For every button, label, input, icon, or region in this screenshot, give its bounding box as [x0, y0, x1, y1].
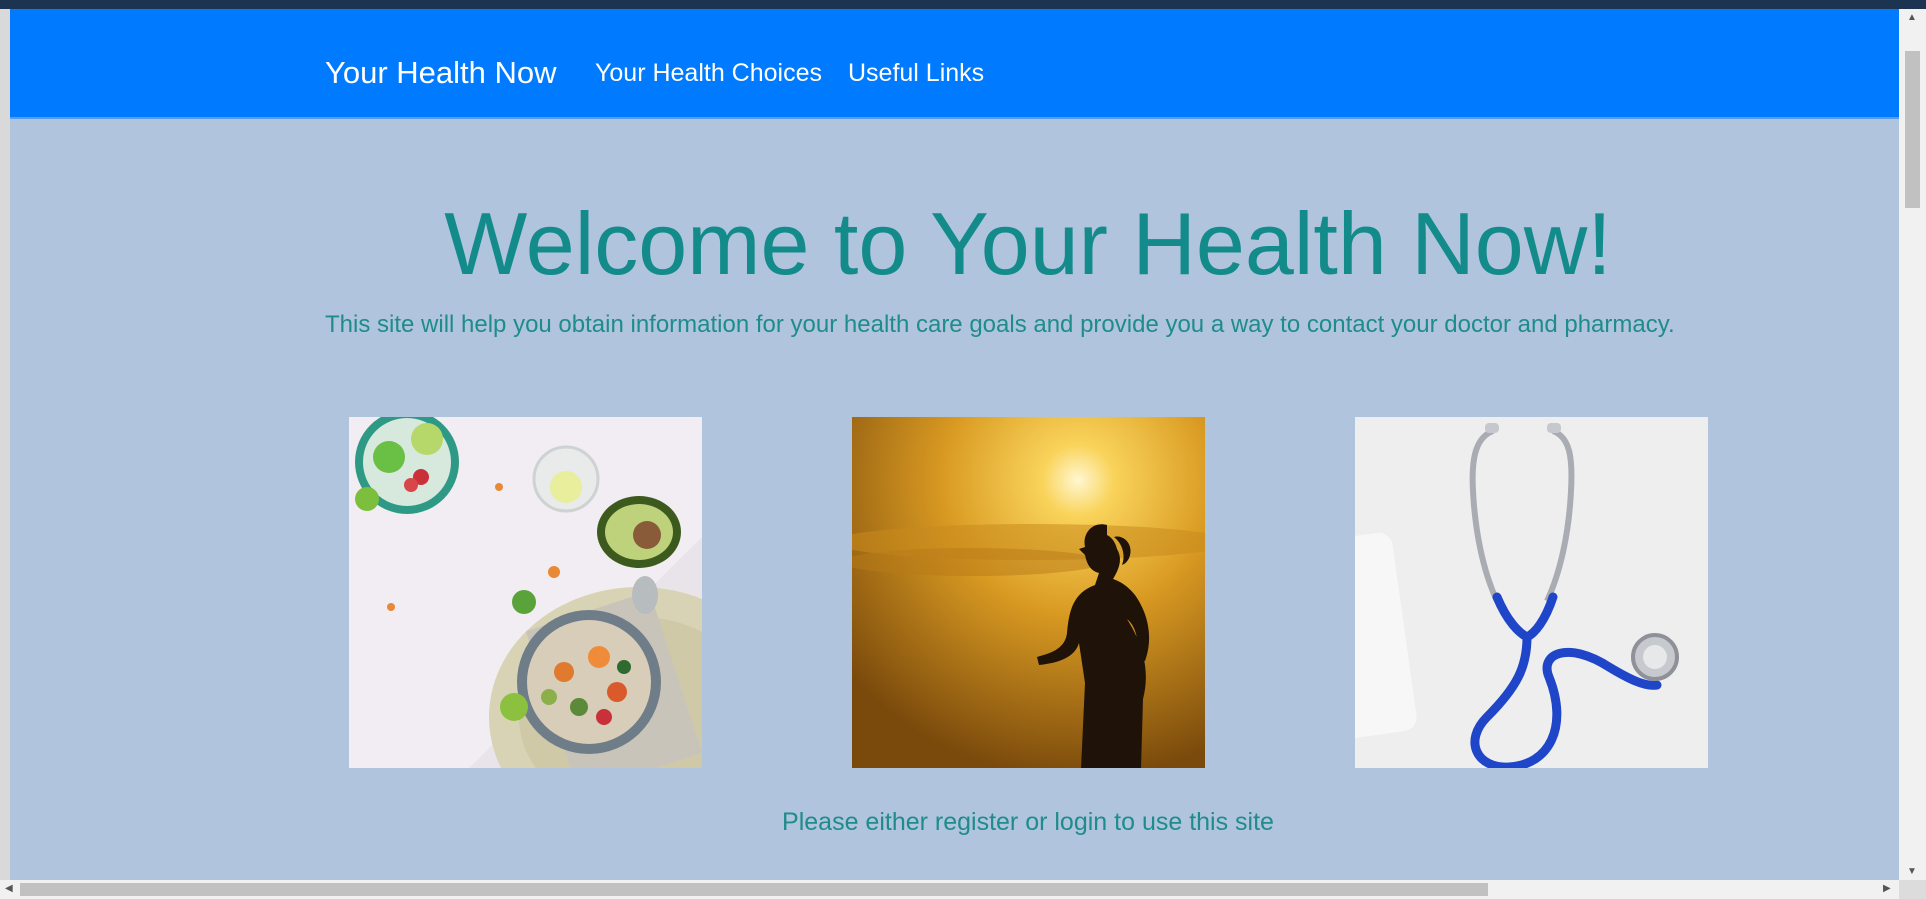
window-top-strip [0, 0, 1926, 9]
page-subtitle: This site will help you obtain informati… [325, 311, 1675, 338]
scroll-up-icon[interactable]: ▲ [1907, 13, 1917, 23]
vertical-scroll-thumb[interactable] [1905, 51, 1920, 208]
horizontal-scroll-thumb[interactable] [20, 883, 1488, 896]
brand-link[interactable]: Your Health Now [325, 55, 557, 91]
runner-image [852, 417, 1205, 768]
salad-illustration [349, 417, 702, 768]
scrollbar-corner [1899, 880, 1926, 899]
vertical-scrollbar[interactable]: ▲ ▼ [1899, 9, 1926, 880]
scroll-right-icon[interactable]: ▶ [1883, 884, 1891, 894]
stethoscope-illustration [1355, 417, 1708, 768]
scroll-left-icon[interactable]: ◀ [5, 884, 13, 894]
navbar: Your Health Now Your Health Choices Usef… [10, 9, 1899, 119]
runner-illustration [852, 417, 1205, 768]
nav-link-health-choices[interactable]: Your Health Choices [595, 59, 822, 88]
horizontal-scrollbar[interactable]: ◀ ▶ [0, 880, 1899, 899]
page-viewport: Your Health Now Your Health Choices Usef… [10, 9, 1899, 880]
stethoscope-image [1355, 417, 1708, 768]
window-left-edge [0, 9, 10, 899]
register-login-notice: Please either register or login to use t… [782, 808, 1274, 836]
nav-link-useful-links[interactable]: Useful Links [848, 59, 984, 88]
page-title: Welcome to Your Health Now! [444, 194, 1612, 293]
salad-image [349, 417, 702, 768]
scroll-down-icon[interactable]: ▼ [1907, 867, 1917, 877]
